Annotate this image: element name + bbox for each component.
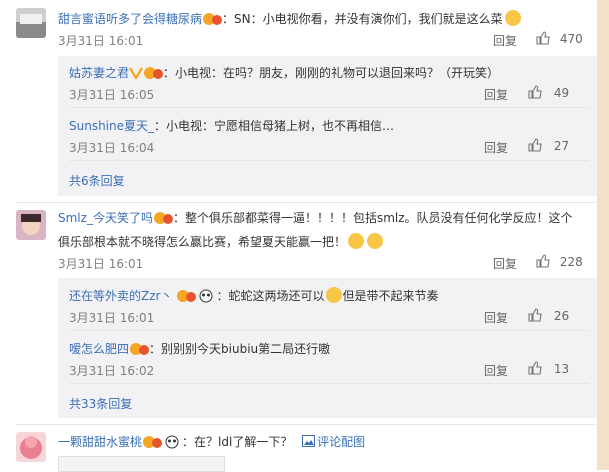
comment-text-line2: 俱乐部根本就不晓得怎么赢比赛，希望夏天能赢一把！	[58, 235, 347, 249]
member-badge-icon	[142, 435, 163, 449]
member-badge-icon	[176, 289, 197, 303]
comment-text-line1: 整个俱乐部都菜得一逼！！！！包括smlz。队员没有任何化学反应！这个	[184, 211, 573, 225]
reply-button[interactable]: 回复	[484, 139, 508, 156]
reply-header: 还在等外卖的Zzr丶 ：蛇蛇这两场还可以 但是带不起来节奏	[69, 287, 439, 304]
image-icon	[302, 435, 316, 450]
thumbs-up-icon	[536, 31, 550, 48]
like-count: 13	[553, 362, 570, 376]
reply-time: 3月31日 16:05	[69, 88, 155, 102]
comment-time: 3月31日 16:01	[58, 257, 144, 271]
thumbs-up-icon	[528, 308, 542, 325]
reply-button[interactable]: 回复	[493, 255, 517, 272]
verified-v-icon	[128, 67, 144, 81]
avatar[interactable]	[16, 210, 46, 240]
divider	[16, 424, 596, 425]
like-count: 26	[553, 309, 570, 323]
divider	[69, 160, 589, 161]
like-count: 228	[559, 255, 583, 269]
more-replies-link[interactable]: 共33条回复	[69, 395, 132, 412]
like-button[interactable]: 27	[528, 138, 569, 155]
thumbs-up-icon	[528, 138, 542, 155]
comment-time: 3月31日 16:01	[58, 34, 144, 48]
emoji-icon	[504, 10, 521, 26]
like-count: 49	[553, 86, 570, 100]
like-button[interactable]: 49	[528, 85, 569, 102]
avatar[interactable]	[16, 432, 46, 462]
reply-time: 3月31日 16:02	[69, 364, 155, 378]
colon: ：	[172, 211, 185, 225]
reply-user-link[interactable]: Sunshine夏天_	[69, 119, 154, 133]
more-replies-link[interactable]: 共6条回复	[69, 172, 125, 189]
reply-text: 小电视：在吗？朋友，刚刚的礼物可以退回来吗？（开玩笑）	[175, 66, 500, 80]
avatar[interactable]	[16, 8, 46, 38]
comment-header: Smlz_今天笑了吗 ：整个俱乐部都菜得一逼！！！！包括smlz。队员没有任何化学…	[58, 209, 573, 226]
comment-header: 一颗甜甜水蜜桃 ：在？ldl了解一下？ 评论配图	[58, 433, 365, 450]
reply-text: 别别别今天biubiu第二局还行嗷	[161, 342, 331, 356]
member-badge-icon	[202, 12, 223, 26]
reply-button[interactable]: 回复	[484, 309, 508, 326]
reply-user-link[interactable]: 嗳怎么肥四	[69, 342, 129, 356]
reply-button[interactable]: 回复	[484, 86, 508, 103]
like-button[interactable]: 470	[536, 31, 583, 48]
comment-text-line2-row: 俱乐部根本就不晓得怎么赢比赛，希望夏天能赢一把！	[58, 233, 384, 250]
reply-text: 小电视：宁愿相信母猪上树，也不再相信…	[166, 119, 395, 133]
reply-header: 嗳怎么肥四 ：别别别今天biubiu第二局还行嗷	[69, 340, 330, 357]
comment-user-link[interactable]: 一颗甜甜水蜜桃	[58, 435, 142, 449]
divider	[69, 330, 589, 331]
comment-text: 在？ldl了解一下？	[194, 435, 293, 449]
panda-badge-icon	[196, 289, 216, 303]
reply-button[interactable]: 回复	[493, 32, 517, 49]
thumbs-up-icon	[536, 254, 550, 271]
reply-text-b: 但是带不起来节奏	[342, 289, 439, 303]
avatar-image-icon	[16, 8, 46, 38]
colon: ：	[182, 435, 195, 449]
comment-text: SN：小电视你看，并没有演你们，我们就是这么菜	[234, 12, 503, 26]
comment-user-link[interactable]: 甜言蜜语听多了会得糖尿病	[58, 12, 202, 26]
colon: ：	[222, 12, 235, 26]
emoji-icon	[367, 233, 384, 249]
like-button[interactable]: 26	[528, 308, 569, 325]
member-badge-icon	[129, 342, 150, 356]
thumbs-up-icon	[528, 361, 542, 378]
reply-user-link[interactable]: 还在等外卖的Zzr丶	[69, 289, 172, 303]
reply-user-link[interactable]: 姑苏妻之君	[69, 66, 129, 80]
like-count: 27	[553, 139, 570, 153]
divider	[16, 202, 596, 203]
like-button[interactable]: 13	[528, 361, 569, 378]
divider	[69, 107, 589, 108]
colon: ：	[163, 66, 176, 80]
avatar-image-icon	[16, 432, 46, 462]
scrollbar[interactable]	[597, 0, 609, 470]
avatar-image-icon	[16, 210, 46, 240]
colon: ：	[216, 289, 229, 303]
divider	[69, 383, 589, 384]
comment-user-link[interactable]: Smlz_今天笑了吗	[58, 211, 153, 225]
emoji-icon	[325, 287, 342, 303]
panda-badge-icon	[162, 435, 182, 449]
reply-button[interactable]: 回复	[484, 362, 508, 379]
member-badge-icon	[153, 211, 173, 225]
member-badge-icon	[143, 66, 164, 80]
thumbs-up-icon	[528, 85, 542, 102]
colon: ：	[149, 342, 162, 356]
comment-image-label: 评论配图	[317, 435, 366, 449]
reply-header: 姑苏妻之君 ：小电视：在吗？朋友，刚刚的礼物可以退回来吗？（开玩笑）	[69, 64, 499, 81]
emoji-icon	[348, 233, 365, 249]
reply-header: Sunshine夏天_：小电视：宁愿相信母猪上树，也不再相信…	[69, 117, 394, 134]
reply-time: 3月31日 16:04	[69, 141, 155, 155]
like-count: 470	[559, 32, 583, 46]
reply-time: 3月31日 16:01	[69, 311, 155, 325]
colon: ：	[154, 119, 167, 133]
comment-header: 甜言蜜语听多了会得糖尿病 ：SN：小电视你看，并没有演你们，我们就是这么菜	[58, 10, 521, 27]
reply-text-a: 蛇蛇这两场还可以	[228, 289, 325, 303]
comment-image-link[interactable]: 评论配图	[302, 435, 365, 449]
like-button[interactable]: 228	[536, 254, 583, 271]
